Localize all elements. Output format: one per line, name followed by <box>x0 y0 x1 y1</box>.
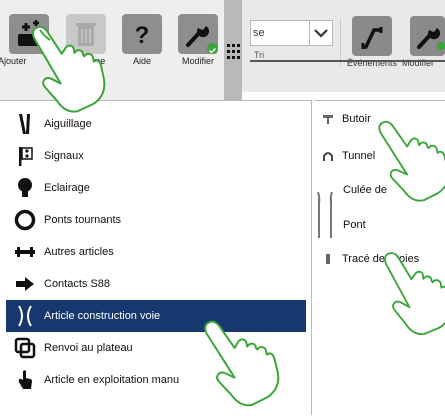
hand-pointer-icon <box>202 308 285 413</box>
hand-pointer-icon <box>30 14 111 118</box>
hand-pointer-icon <box>382 243 445 340</box>
gesture-overlay <box>30 14 445 413</box>
hand-pointer-icon <box>376 108 445 208</box>
